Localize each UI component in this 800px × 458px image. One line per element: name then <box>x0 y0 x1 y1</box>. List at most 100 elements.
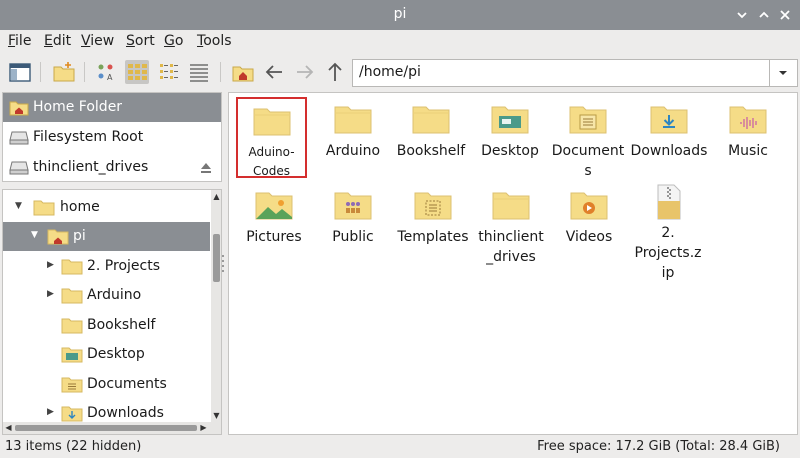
sidebar-toggle-button[interactable] <box>8 60 32 84</box>
path-input[interactable]: /home/pi <box>352 59 770 87</box>
tree-label: pi <box>73 228 86 244</box>
places-panel: Home Folder Filesystem Root thinclient_d… <box>2 92 222 182</box>
eject-icon[interactable] <box>199 161 213 175</box>
expand-arrow-icon[interactable]: ▶ <box>47 289 57 301</box>
menu-edit[interactable]: Edit <box>44 33 71 49</box>
toolbar-separator <box>40 62 41 82</box>
file-item-music[interactable]: Music <box>709 103 787 161</box>
new-folder-button[interactable] <box>52 60 76 84</box>
file-item-downloads[interactable]: Downloads <box>627 103 711 161</box>
file-item-aduino-codes[interactable]: Aduino-Codes <box>236 97 307 178</box>
compact-view-button[interactable] <box>157 60 181 84</box>
home-button[interactable] <box>231 60 255 84</box>
compact-view-icon <box>160 64 178 79</box>
file-name: Videos <box>565 229 613 245</box>
documents-folder-icon <box>61 377 83 393</box>
expand-arrow-icon[interactable]: ▶ <box>47 407 57 419</box>
downloads-folder-icon <box>61 406 83 422</box>
menu-file[interactable]: File <box>8 33 31 49</box>
up-arrow-icon <box>328 62 342 81</box>
tree-item-bookshelf[interactable]: Bookshelf <box>3 311 210 340</box>
collapse-arrow-icon[interactable]: ▼ <box>31 230 41 242</box>
maximize-button[interactable] <box>754 5 774 25</box>
tree-label: Bookshelf <box>87 317 156 333</box>
folder-icon <box>61 259 83 275</box>
tree-vertical-scrollbar[interactable]: ▲ ▼ <box>211 190 221 422</box>
menu-bar: File Edit View Sort Go Tools <box>0 30 800 56</box>
tree-label: Documents <box>87 376 167 392</box>
window-title: pi <box>393 6 407 22</box>
place-thinclient-drives[interactable]: thinclient_drives <box>3 153 221 182</box>
pictures-folder-icon <box>255 192 293 220</box>
tree-item-home[interactable]: ▼ home <box>3 193 210 222</box>
downloads-folder-icon <box>650 106 688 134</box>
home-folder-icon <box>47 229 69 245</box>
scroll-left-icon[interactable]: ◀ <box>4 423 13 433</box>
expand-arrow-icon[interactable]: ▶ <box>47 260 57 272</box>
scroll-right-icon[interactable]: ▶ <box>199 423 208 433</box>
menu-go[interactable]: Go <box>164 33 183 49</box>
icon-view-button[interactable]: A <box>94 60 118 84</box>
home-folder-icon <box>9 101 29 116</box>
icon-view-icon: A <box>98 64 113 82</box>
close-button[interactable] <box>775 5 795 25</box>
back-arrow-icon <box>265 65 282 79</box>
desktop-folder-icon <box>491 106 529 134</box>
file-item-desktop[interactable]: Desktop <box>471 103 549 161</box>
place-home-folder[interactable]: Home Folder <box>3 93 221 122</box>
collapse-arrow-icon[interactable]: ▼ <box>15 201 25 213</box>
path-history-dropdown[interactable] <box>770 59 798 87</box>
menu-sort[interactable]: Sort <box>126 33 155 49</box>
scroll-thumb[interactable] <box>15 425 197 431</box>
folder-icon <box>334 106 372 134</box>
tree-item-desktop[interactable]: Desktop <box>3 340 210 369</box>
file-item-pictures[interactable]: Pictures <box>235 189 313 247</box>
tree-item-2-projects[interactable]: ▶ 2. Projects <box>3 252 210 281</box>
tree-horizontal-scrollbar[interactable]: ◀ ▶ <box>3 422 221 434</box>
back-button[interactable] <box>262 60 286 84</box>
folder-icon <box>61 318 83 334</box>
dropdown-arrow-icon <box>779 71 787 75</box>
menu-view[interactable]: View <box>81 33 114 49</box>
tree-item-pi[interactable]: ▼ pi <box>3 222 210 251</box>
file-name: Public <box>332 229 374 245</box>
drive-icon <box>9 131 29 145</box>
scroll-up-icon[interactable]: ▲ <box>212 192 221 201</box>
sidebar-toggle-icon <box>9 63 31 82</box>
folder-icon <box>61 288 83 304</box>
folder-icon <box>33 200 55 216</box>
tree-item-arduino[interactable]: ▶ Arduino <box>3 281 210 310</box>
tree-label: 2. Projects <box>87 258 161 274</box>
tree-label: home <box>60 199 100 215</box>
scroll-down-icon[interactable]: ▼ <box>212 411 221 420</box>
list-view-button[interactable] <box>187 60 211 84</box>
zip-file-icon <box>657 184 681 220</box>
file-item-bookshelf[interactable]: Bookshelf <box>392 103 470 161</box>
tree-label: Desktop <box>87 346 145 362</box>
thumbnail-view-button[interactable] <box>125 60 149 84</box>
menu-tools[interactable]: Tools <box>197 33 232 49</box>
file-item-public[interactable]: Public <box>314 189 392 247</box>
up-button[interactable] <box>323 60 347 84</box>
file-item-thinclient-drives[interactable]: thinclient_drives <box>472 189 550 267</box>
toolbar-separator <box>220 62 221 82</box>
place-filesystem-root[interactable]: Filesystem Root <box>3 123 221 152</box>
file-item-arduino[interactable]: Arduino <box>314 103 392 161</box>
item-count-status: 13 items (22 hidden) <box>5 439 142 454</box>
file-name: Aduino-Codes <box>248 145 295 178</box>
file-item-videos[interactable]: Videos <box>550 189 628 247</box>
scroll-thumb[interactable] <box>213 234 220 282</box>
desktop-folder-icon <box>61 347 83 363</box>
tree-item-documents[interactable]: Documents <box>3 370 210 399</box>
minimize-button[interactable] <box>732 5 752 25</box>
file-name: thinclient_drives <box>478 229 544 265</box>
file-item-templates[interactable]: Templates <box>393 189 473 247</box>
tree-label: Downloads <box>87 405 164 421</box>
pane-resize-handle[interactable] <box>221 255 225 279</box>
place-label: Filesystem Root <box>33 129 144 145</box>
file-item-documents[interactable]: Documents <box>549 103 627 181</box>
file-name: Arduino <box>325 143 381 159</box>
forward-button[interactable] <box>293 60 317 84</box>
documents-folder-icon <box>569 106 607 134</box>
file-item-2-projects-zip[interactable]: 2. Projects.zip <box>629 183 707 283</box>
